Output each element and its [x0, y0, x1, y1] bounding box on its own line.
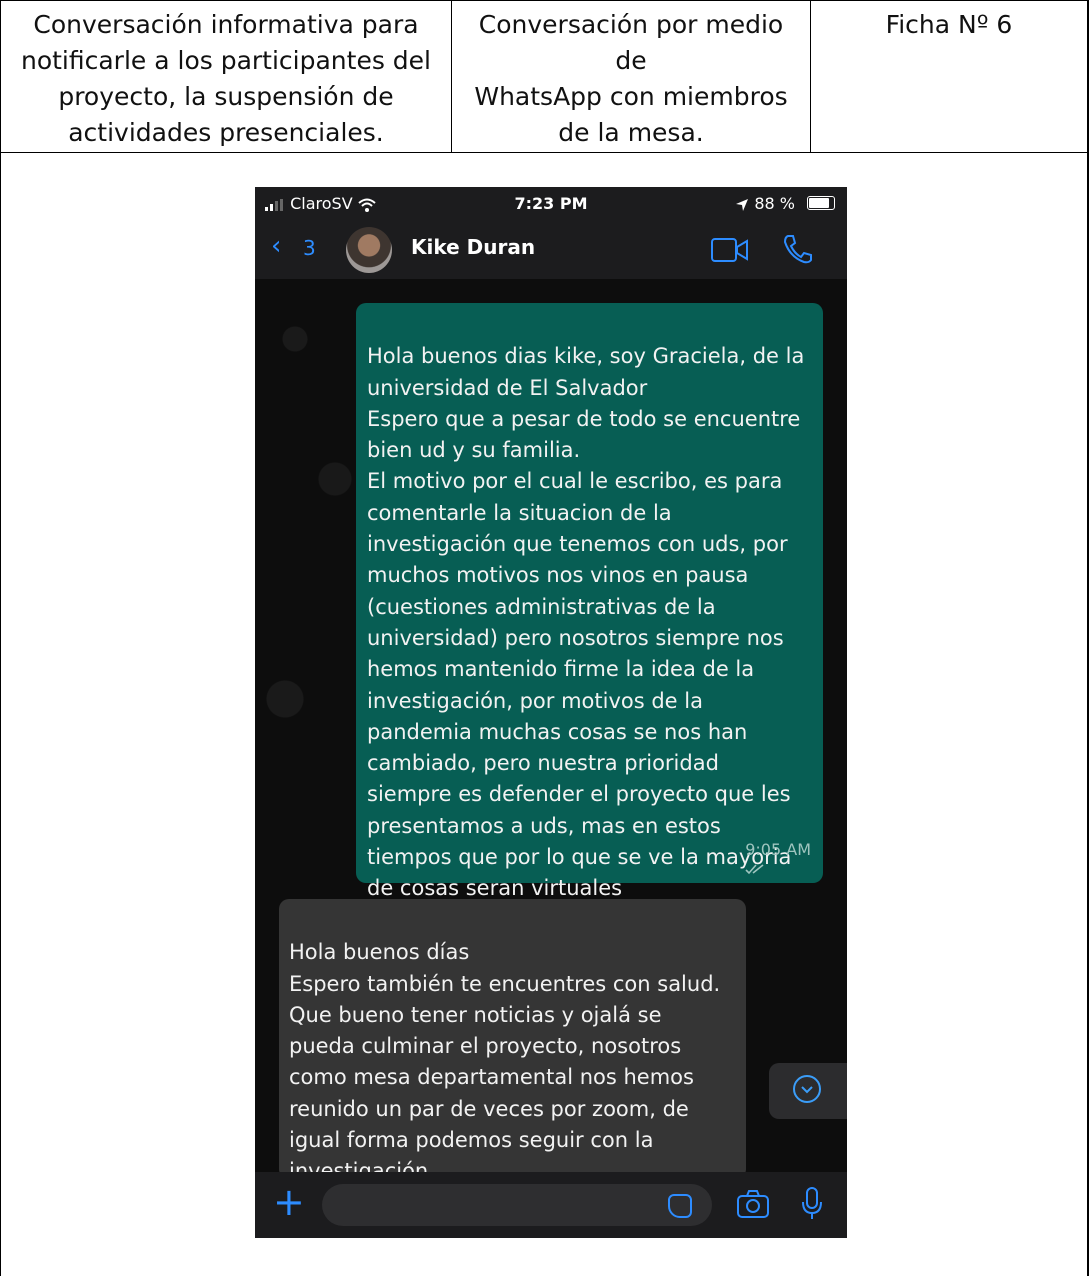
whatsapp-screenshot: ClaroSV 7:23 PM 88 % ‹ 3 Kike Duran Hola… — [255, 187, 847, 1238]
chat-area[interactable]: Hola buenos dias kike, soy Graciela, de … — [255, 279, 847, 1172]
message-timestamp: 9:05 AM — [745, 841, 811, 877]
scroll-down-icon — [793, 1075, 821, 1103]
camera-icon[interactable] — [736, 1189, 770, 1219]
location-icon — [736, 198, 749, 211]
back-count[interactable]: 3 — [303, 236, 316, 260]
back-chevron-icon[interactable]: ‹ — [271, 231, 281, 261]
plus-icon[interactable]: + — [273, 1180, 305, 1224]
sticker-icon[interactable] — [668, 1194, 692, 1218]
battery-percent: 88 % — [754, 194, 795, 213]
video-call-icon[interactable] — [711, 237, 749, 263]
sheet-number-cell: Ficha Nº 6 — [810, 0, 1089, 153]
message-text: Hola buenos dias kike, soy Graciela, de … — [367, 344, 805, 901]
message-text: Hola buenos días Espero también te encue… — [289, 940, 721, 1172]
message-outgoing[interactable]: Hola buenos dias kike, soy Graciela, de … — [356, 303, 823, 900]
scroll-down-button[interactable] — [769, 1063, 847, 1119]
battery-label: 88 % — [735, 194, 795, 213]
microphone-icon[interactable] — [800, 1186, 824, 1222]
read-receipt-icon — [745, 863, 764, 874]
avatar[interactable] — [346, 227, 392, 273]
message-incoming[interactable]: Hola buenos días Espero también te encue… — [279, 899, 746, 1172]
description-cell: Conversación informativa para notificarl… — [0, 0, 452, 153]
document-table: Conversación informativa para notificarl… — [0, 0, 1089, 1276]
battery-icon — [807, 196, 835, 210]
medium-cell: Conversación por medio de WhatsApp con m… — [451, 0, 811, 153]
timestamp-text: 9:05 AM — [745, 840, 811, 859]
phone-call-icon[interactable] — [782, 233, 814, 265]
contact-name[interactable]: Kike Duran — [411, 235, 535, 259]
composer-bar: + — [255, 1172, 847, 1238]
chat-header: ‹ 3 Kike Duran — [255, 219, 847, 280]
status-bar: ClaroSV 7:23 PM 88 % — [255, 187, 847, 219]
message-input[interactable] — [322, 1184, 712, 1226]
